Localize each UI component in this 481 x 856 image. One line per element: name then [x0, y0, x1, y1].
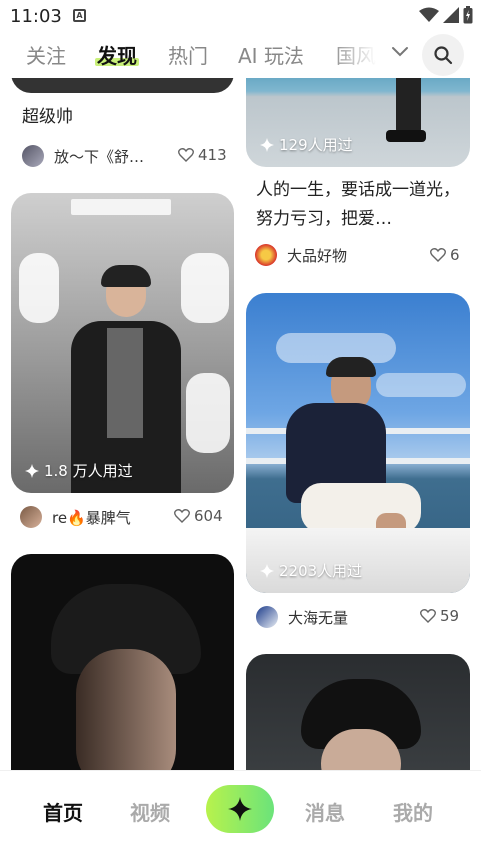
usage-badge: 1.8 万人用过 [25, 460, 133, 481]
tab-ai-play[interactable]: AI 玩法 [238, 40, 304, 69]
card-author[interactable]: 大海无量 [256, 606, 348, 628]
tab-discover[interactable]: 发现 [95, 40, 139, 69]
nav-video[interactable]: 视频 [130, 797, 170, 826]
search-icon [434, 46, 453, 65]
card-author[interactable]: 大品好物 [255, 244, 347, 266]
usage-badge: 2203人用过 [260, 560, 362, 581]
card-title: 人的一生，要话成一道光，努力亏习，把爱… [256, 180, 460, 229]
nav-messages[interactable]: 消息 [305, 797, 345, 826]
create-button[interactable] [206, 785, 274, 833]
bottom-nav: 首页 视频 消息 我的 [0, 770, 481, 856]
like-count[interactable]: 604 [174, 507, 223, 525]
usage-badge: 129人用过 [260, 134, 353, 155]
signal-icon [443, 7, 459, 23]
avatar [20, 506, 42, 528]
status-icons [419, 6, 473, 24]
card-author[interactable]: 放～下《舒… [22, 145, 144, 167]
avatar [256, 606, 278, 628]
status-bar: 11:03 A [0, 0, 481, 32]
like-count[interactable]: 59 [420, 607, 459, 625]
nav-profile[interactable]: 我的 [393, 797, 433, 826]
avatar [255, 244, 277, 266]
battery-icon [463, 6, 473, 24]
notification-a-icon: A [73, 9, 86, 22]
wifi-icon [419, 7, 439, 22]
heart-icon [178, 148, 194, 162]
sparkle-icon [228, 797, 252, 821]
like-count[interactable]: 6 [430, 246, 460, 264]
heart-icon [174, 509, 190, 523]
heart-icon [430, 248, 446, 262]
like-count[interactable]: 413 [178, 146, 227, 164]
tab-following[interactable]: 关注 [26, 40, 66, 69]
nav-home[interactable]: 首页 [43, 797, 83, 826]
tab-hot[interactable]: 热门 [168, 40, 208, 69]
feed-card-image[interactable] [11, 554, 234, 794]
card-author[interactable]: re🔥暴脾气 [20, 506, 131, 528]
feed-card-image[interactable]: 2203人用过 [246, 293, 470, 593]
chevron-down-icon[interactable] [391, 46, 409, 58]
category-tabs: 关注 发现 热门 AI 玩法 国风 [0, 32, 481, 78]
sparkle-icon [260, 137, 274, 152]
sparkle-icon [260, 563, 274, 578]
feed-card-image[interactable]: 1.8 万人用过 [11, 193, 234, 493]
card-title: 超级帅 [22, 107, 73, 127]
status-time: 11:03 [10, 6, 62, 27]
sparkle-icon [25, 463, 39, 478]
avatar [22, 145, 44, 167]
heart-icon [420, 609, 436, 623]
search-button[interactable] [422, 34, 464, 76]
